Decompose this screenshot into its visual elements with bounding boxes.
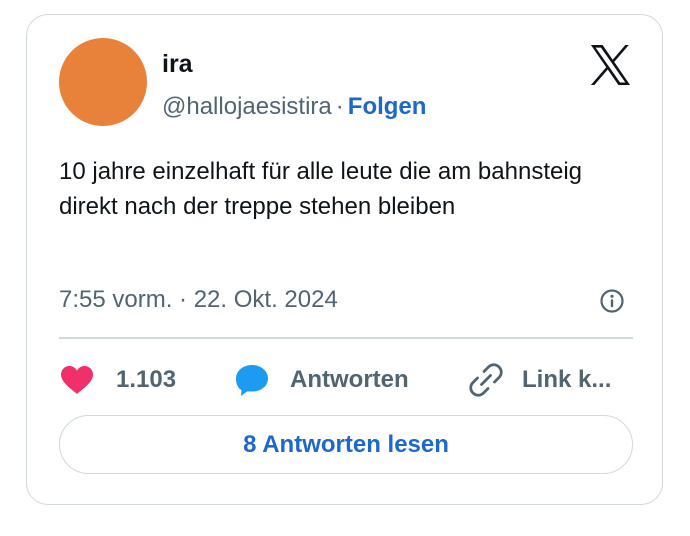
like-count: 1.103 bbox=[116, 366, 177, 393]
read-replies-label: 8 Antworten lesen bbox=[243, 430, 449, 458]
copy-link-button[interactable]: Link k... bbox=[469, 362, 611, 398]
tweet-timestamp[interactable]: 7:55 vorm. · 22. Okt. 2024 bbox=[59, 285, 338, 315]
divider bbox=[59, 337, 633, 339]
author-name[interactable]: ira bbox=[162, 49, 193, 79]
author-meta: @hallojaesistira · Folgen bbox=[162, 92, 426, 122]
avatar[interactable] bbox=[59, 38, 147, 126]
link-icon bbox=[469, 363, 503, 397]
like-button[interactable]: 1.103 bbox=[60, 362, 176, 398]
info-icon[interactable] bbox=[599, 288, 625, 314]
read-replies-button[interactable]: 8 Antworten lesen bbox=[59, 415, 633, 474]
x-logo-icon[interactable] bbox=[588, 45, 633, 85]
speech-bubble-icon bbox=[236, 365, 268, 396]
author-handle[interactable]: @hallojaesistira bbox=[162, 93, 332, 120]
reply-label: Antworten bbox=[290, 366, 409, 393]
heart-icon bbox=[61, 366, 93, 394]
tweet-text: 10 jahre einzelhaft für alle leute die a… bbox=[59, 158, 583, 220]
copy-link-label: Link k... bbox=[522, 366, 612, 393]
follow-link[interactable]: Folgen bbox=[348, 93, 427, 120]
reply-button[interactable]: Antworten bbox=[234, 362, 409, 398]
meta-separator: · bbox=[335, 93, 344, 120]
embedded-tweet-card: ira @hallojaesistira · Folgen 10 jahre ein… bbox=[26, 14, 663, 505]
